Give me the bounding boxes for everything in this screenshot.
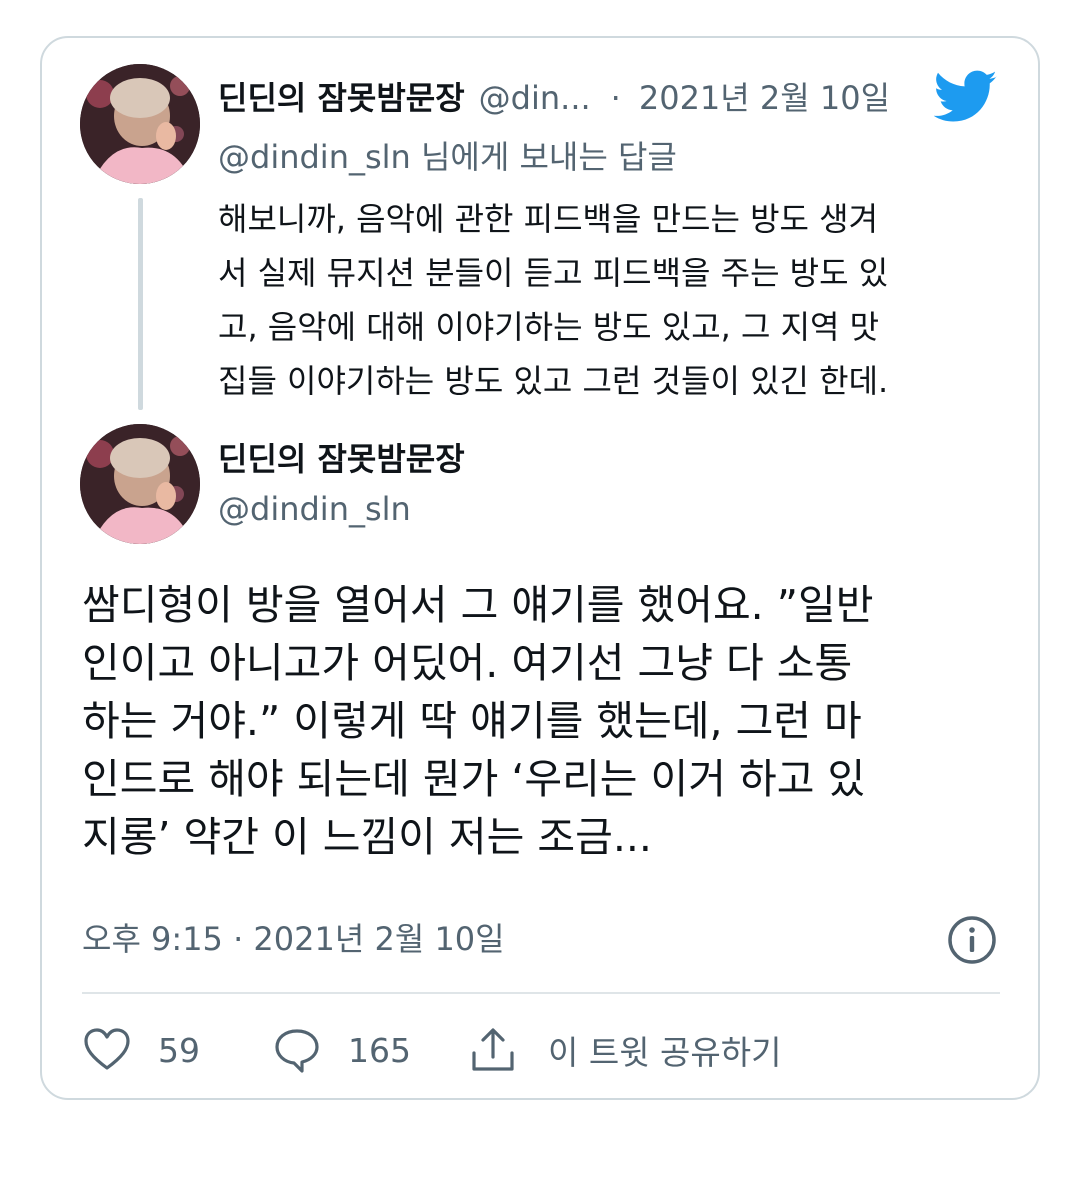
main-text-line: 쌈디형이 방을 열어서 그 얘기를 했어요. ”일반	[82, 581, 874, 629]
main-author-handle[interactable]: @dindin_sln	[218, 486, 411, 532]
main-author-name[interactable]: 딘딘의 잠못밤문장	[218, 436, 465, 482]
reply-text-line: 해보니까, 음악에 관한 피드백을 만드는 방도 생겨	[218, 200, 879, 238]
like-count: 59	[158, 1030, 200, 1070]
reply-author-name[interactable]: 딘딘의 잠못밤문장	[218, 74, 465, 122]
tweet-timestamp[interactable]: 오후 9:15 · 2021년 2월 10일	[82, 915, 505, 963]
reply-author-handle[interactable]: @din...	[479, 74, 591, 122]
replying-to-label[interactable]: @dindin_sln 님에게 보내는 답글	[218, 134, 677, 180]
reply-count: 165	[348, 1030, 411, 1070]
reply-text-line: 서 실제 뮤지션 분들이 듣고 피드백을 주는 방도 있	[218, 254, 889, 292]
reply-header: 딘딘의 잠못밤문장 @din... · 2021년 2월 10일	[218, 74, 918, 122]
reply-text-line: 집들 이야기하는 방도 있고 그런 것들이 있긴 한데.	[218, 362, 889, 400]
main-author-avatar[interactable]	[80, 424, 200, 544]
main-text-line: 인드로 해야 되는데 뭔가 ‘우리는 이거 하고 있	[82, 755, 866, 803]
main-text-line: 인이고 아니고가 어딨어. 여기선 그냥 다 소통	[82, 639, 853, 687]
info-icon[interactable]	[946, 914, 998, 966]
reply-date[interactable]: 2021년 2월 10일	[639, 74, 890, 122]
action-divider	[82, 992, 1000, 994]
reply-author-avatar[interactable]	[80, 64, 200, 184]
reply-text-line: 고, 음악에 대해 이야기하는 방도 있고, 그 지역 맛	[218, 308, 880, 346]
share-button[interactable]: 이 트윗 공유하기	[468, 1020, 782, 1080]
reply-tweet-text: 해보니까, 음악에 관한 피드백을 만드는 방도 생겨 서 실제 뮤지션 분들이…	[218, 192, 1018, 408]
main-text-line: 하는 거야.” 이렇게 딱 얘기를 했는데, 그런 마	[82, 697, 862, 745]
main-tweet-text: 쌈디형이 방을 열어서 그 얘기를 했어요. ”일반 인이고 아니고가 어딨어.…	[82, 576, 1022, 866]
share-upload-icon	[472, 1028, 514, 1071]
avatar-image	[80, 424, 200, 544]
avatar-image	[80, 64, 200, 184]
separator-dot: ·	[610, 79, 621, 117]
comment-bubble-icon	[275, 1029, 319, 1073]
like-button[interactable]: 59	[82, 1020, 200, 1080]
reply-button[interactable]: 165	[272, 1020, 411, 1080]
share-label: 이 트윗 공유하기	[548, 1033, 782, 1072]
action-bar: 59 165 이 트윗 공유하기	[82, 1020, 982, 1080]
thread-connector-line	[138, 198, 143, 410]
heart-icon	[84, 1028, 130, 1070]
twitter-bird-icon	[934, 70, 997, 122]
main-text-line: 지롱’ 약간 이 느낌이 저는 조금...	[82, 813, 652, 861]
